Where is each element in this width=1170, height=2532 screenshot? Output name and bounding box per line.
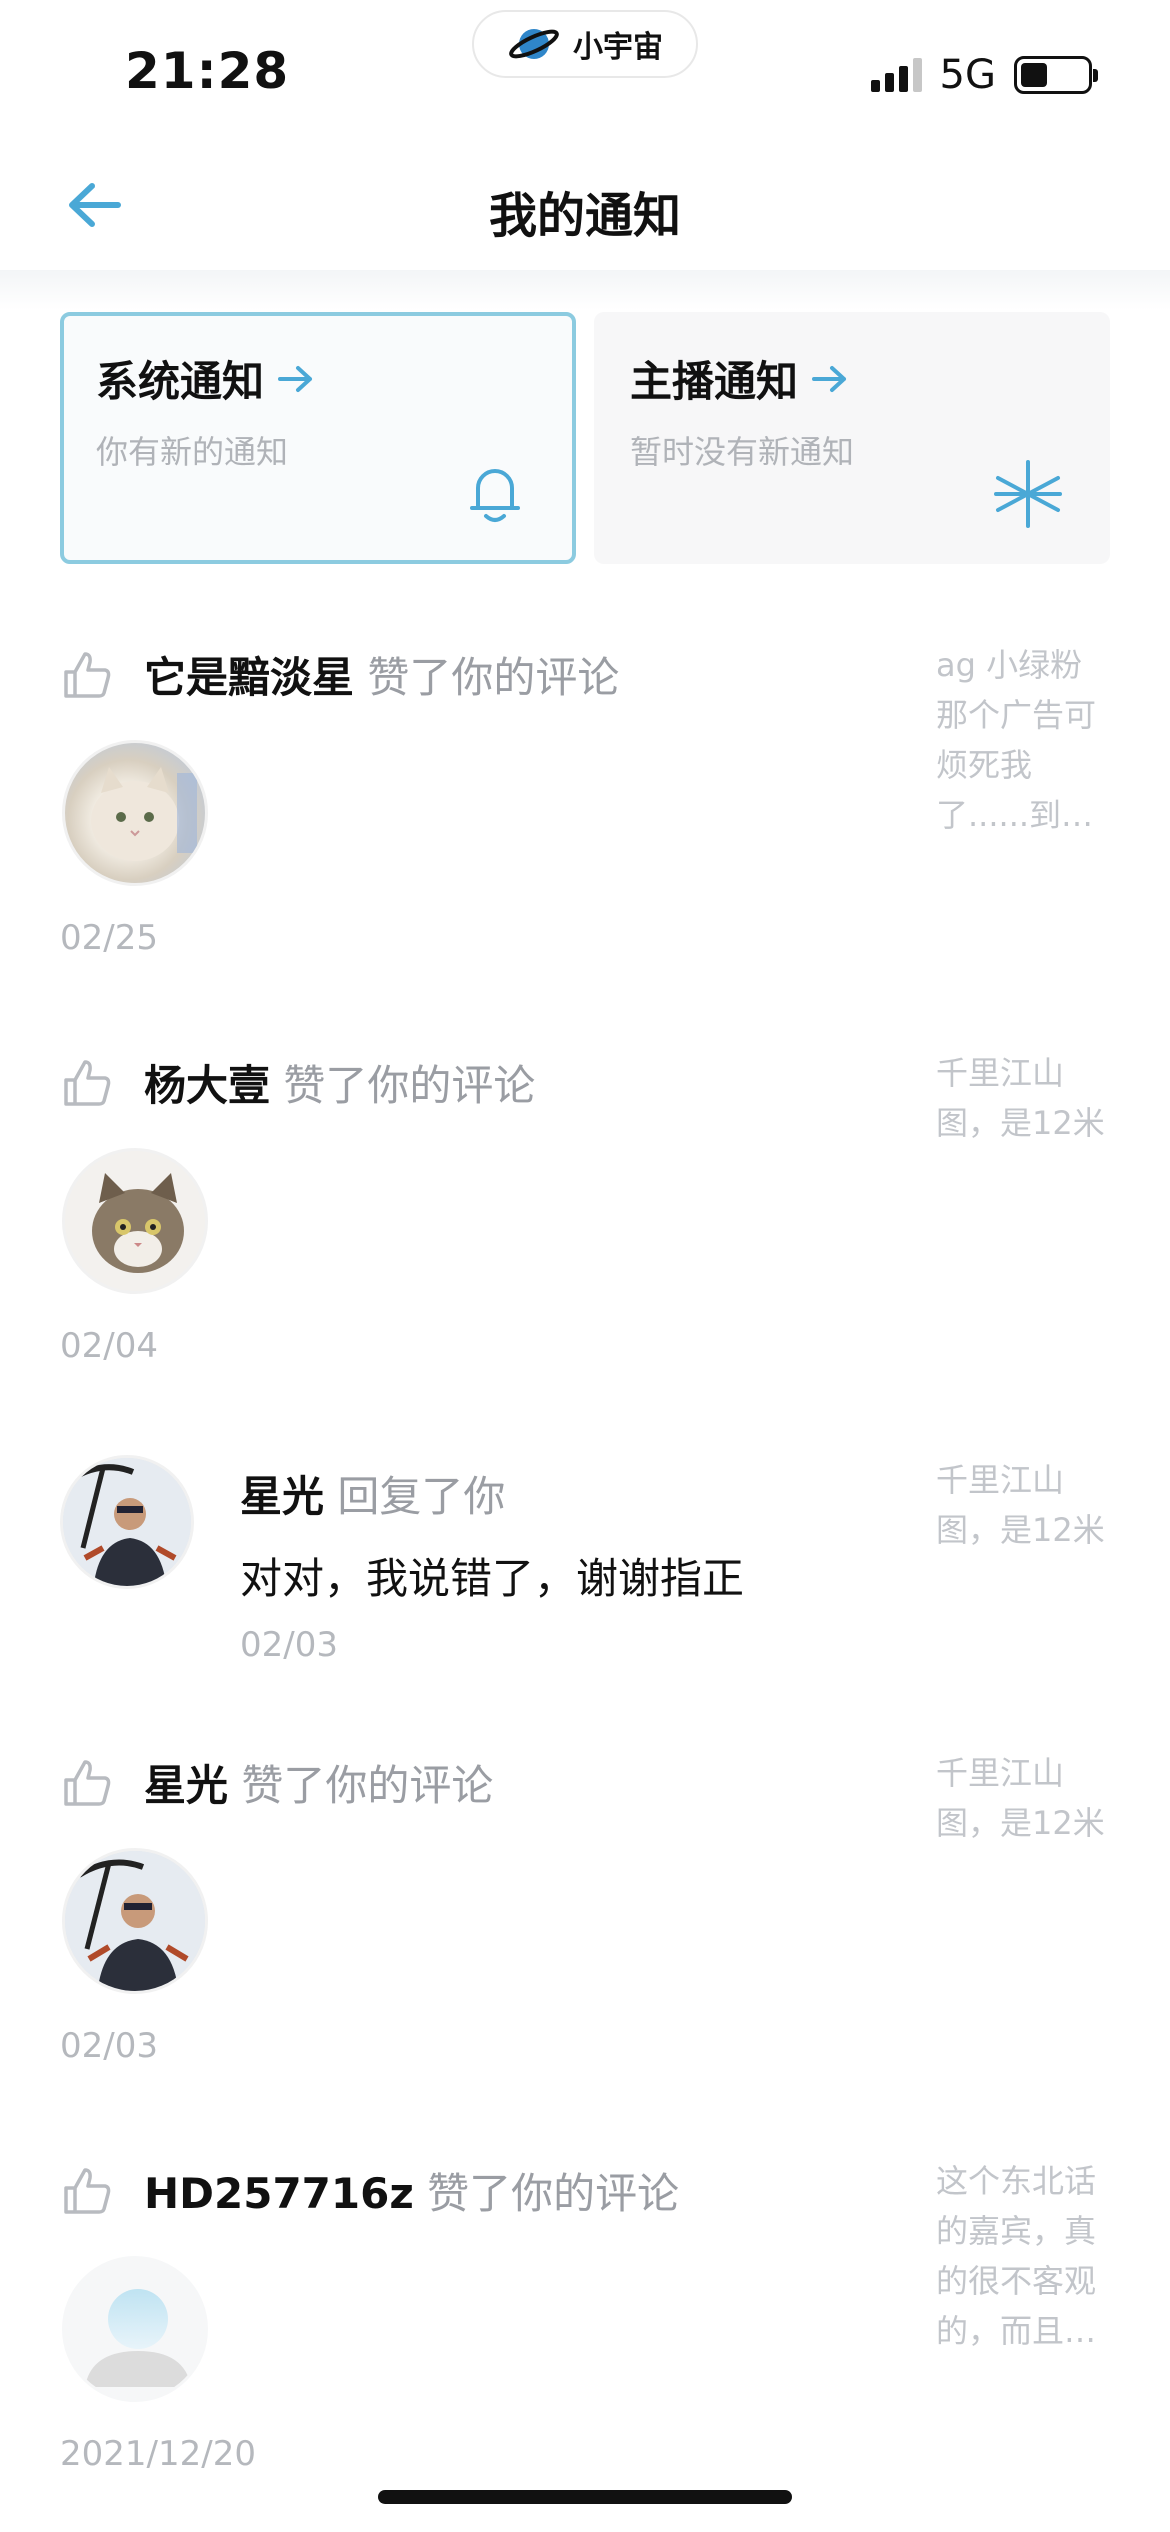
thumbs-up-icon: [64, 1760, 111, 1806]
arrow-right-icon: [812, 365, 847, 392]
user-name[interactable]: 星光: [144, 1761, 228, 1810]
notification-date: 02/25: [60, 918, 158, 958]
avatar[interactable]: [62, 740, 208, 886]
thumbs-up-icon: [64, 652, 111, 698]
notification-date: 2021/12/20: [60, 2434, 256, 2474]
avatar[interactable]: [62, 1148, 208, 1294]
user-placeholder-icon: [85, 2289, 191, 2387]
user-name[interactable]: 星光: [240, 1472, 324, 1521]
home-indicator[interactable]: [378, 2490, 792, 2504]
default-avatar[interactable]: [62, 2256, 208, 2402]
comment-preview[interactable]: 这个东北话的嘉宾，真的很不客观的，而且…: [936, 2156, 1110, 2356]
notifications-page: 21:28 小宇宙 5G 我的通知 系统通知 你有新的通知 主播通知 暂时没有新…: [0, 0, 1170, 2532]
header: 我的通知: [0, 150, 1170, 270]
notification-action: 回复了你: [337, 1472, 506, 1521]
comment-preview[interactable]: 千里江山图，是12米: [936, 1455, 1110, 1555]
notification-date: 02/03: [60, 2026, 158, 2066]
notification-action: 赞了你的评论: [241, 1761, 494, 1810]
status-time: 21:28: [125, 42, 290, 100]
cat-photo: [92, 1173, 184, 1273]
asterisk-icon: [994, 460, 1062, 528]
notification-date: 02/03: [240, 1625, 338, 1665]
user-name[interactable]: HD257716z: [144, 2169, 414, 2218]
thumbs-up-icon: [64, 2168, 111, 2214]
bell-icon: [470, 469, 520, 522]
system-notice-card[interactable]: 系统通知 你有新的通知: [60, 312, 576, 564]
planet-icon: [509, 29, 559, 59]
app-pill[interactable]: 小宇宙: [472, 10, 698, 78]
page-title: 我的通知: [488, 188, 681, 244]
comment-preview[interactable]: 千里江山图，是12米: [936, 1048, 1110, 1148]
notification-action: 赞了你的评论: [367, 653, 620, 702]
thumbs-up-icon: [64, 1060, 111, 1106]
notification-action: 赞了你的评论: [427, 2169, 680, 2218]
comment-preview[interactable]: ag 小绿粉那个广告可烦死我了......到…: [936, 640, 1110, 840]
user-name[interactable]: 它是黯淡星: [144, 653, 354, 702]
notification-date: 02/04: [60, 1326, 158, 1366]
notification-action: 赞了你的评论: [283, 1061, 536, 1110]
host-notice-card[interactable]: 主播通知 暂时没有新通知: [594, 312, 1110, 564]
notification-cards: 系统通知 你有新的通知 主播通知 暂时没有新通知: [60, 312, 1110, 564]
cat-photo: [91, 767, 197, 861]
network-type: 5G: [939, 52, 996, 98]
arrow-right-icon: [278, 365, 313, 392]
system-notice-title: 系统通知: [96, 357, 265, 406]
avatar[interactable]: [62, 1848, 208, 1994]
user-name[interactable]: 杨大壹: [144, 1061, 270, 1110]
person-photo: [63, 1458, 191, 1586]
comment-preview[interactable]: 千里江山图，是12米: [936, 1748, 1110, 1848]
person-photo: [65, 1851, 205, 1991]
battery-icon: [1014, 56, 1098, 94]
reply-content[interactable]: 对对，我说错了，谢谢指正: [240, 1545, 744, 1606]
app-pill-label: 小宇宙: [573, 30, 663, 65]
status-indicators: 5G: [870, 52, 1098, 98]
avatar[interactable]: [60, 1455, 194, 1589]
signal-icon: [870, 58, 922, 92]
header-divider: [0, 270, 1170, 310]
host-notice-title: 主播通知: [630, 357, 799, 406]
